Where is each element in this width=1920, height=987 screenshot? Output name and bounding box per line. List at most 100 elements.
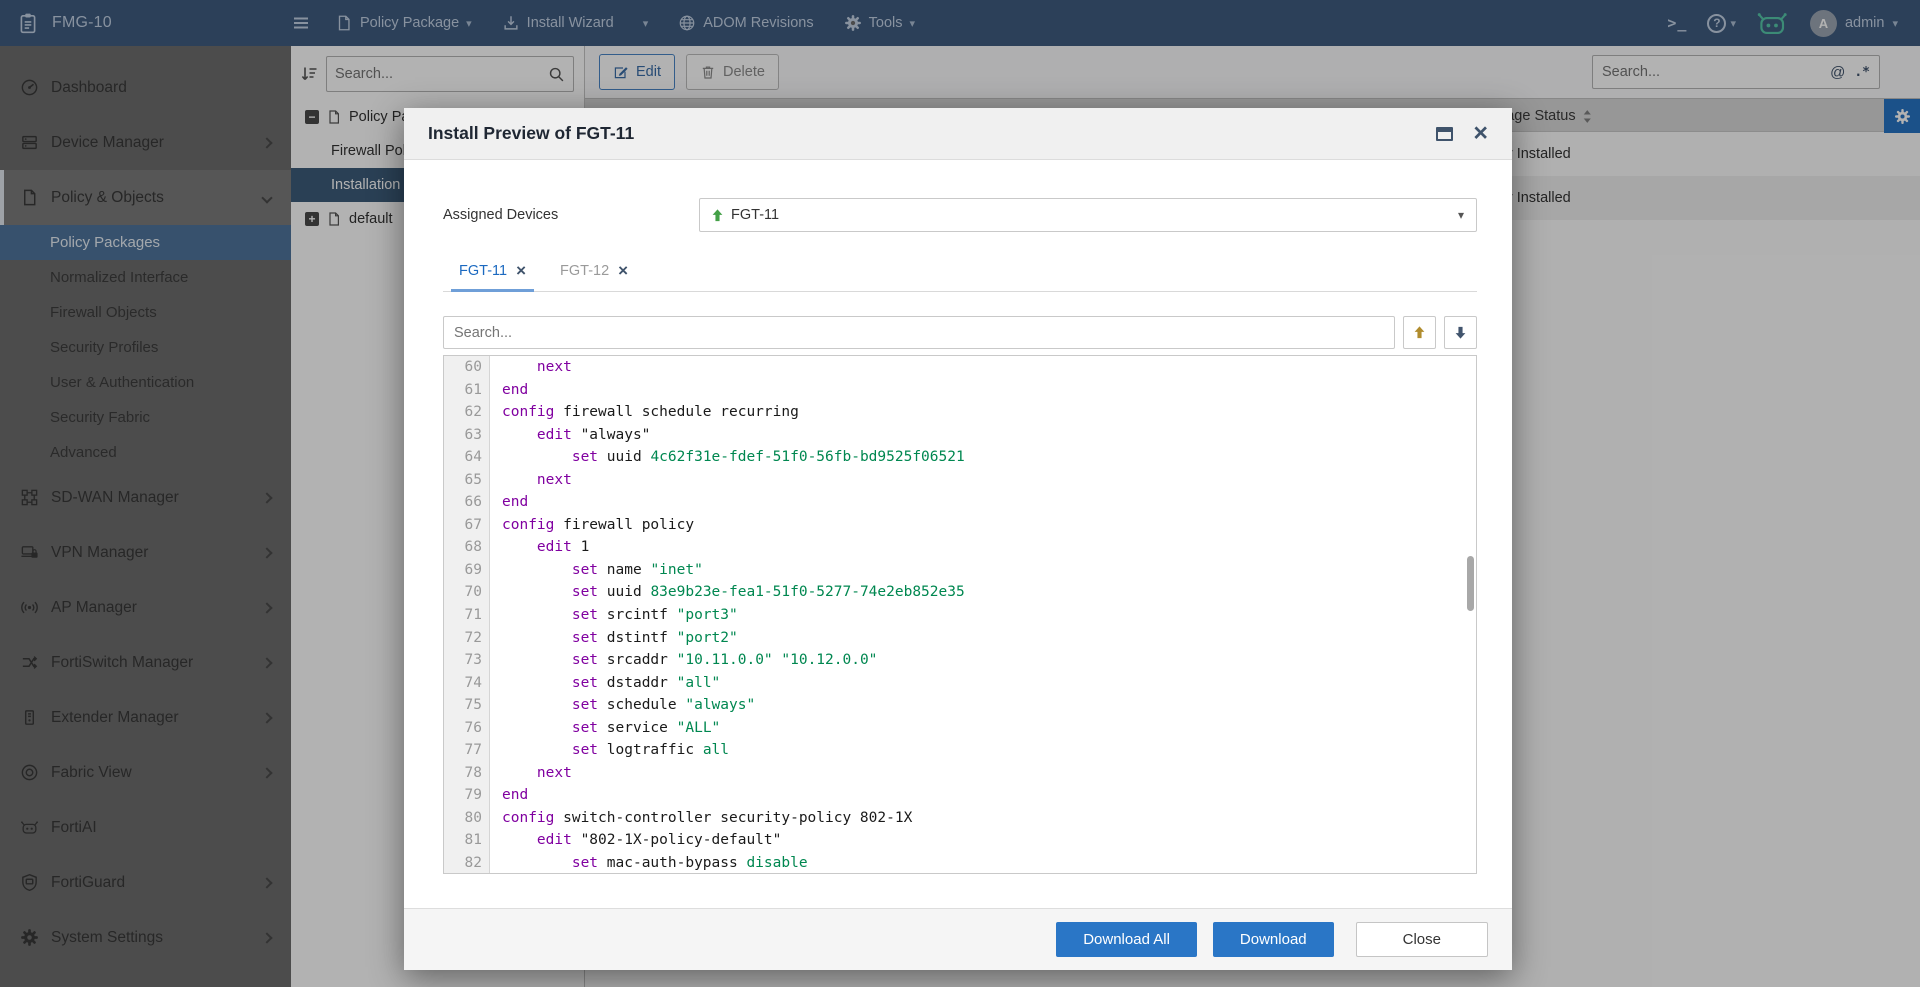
keyword-token: set [571, 607, 599, 624]
modal-title: Install Preview of FGT-11 [428, 123, 635, 143]
code-line: 77 set logtraffic all [444, 739, 1476, 762]
search-next-button[interactable] [1444, 316, 1477, 349]
keyword-token: edit [536, 832, 572, 849]
code-text: config switch-controller security-policy… [490, 807, 912, 830]
line-number: 62 [464, 404, 482, 421]
keyword-token: config [502, 516, 555, 533]
text-token: mac-auth-bypass [598, 855, 747, 872]
download-all-button[interactable]: Download All [1056, 922, 1197, 957]
keyword-token: set [571, 674, 599, 691]
line-number: 72 [464, 629, 482, 646]
keyword-token: set [571, 561, 599, 578]
text-token: name [598, 561, 651, 578]
text-token: firewall schedule recurring [554, 404, 799, 421]
code-text: set uuid 83e9b23e-fea1-51f0-5277-74e2eb8… [490, 581, 965, 604]
code-line: 78 next [444, 762, 1476, 785]
keyword-token: next [536, 471, 572, 488]
value-token: disable [746, 855, 808, 872]
line-number: 80 [464, 809, 482, 826]
line-number: 78 [464, 764, 482, 781]
code-search-input[interactable] [454, 324, 1384, 341]
value-token: "port3" [676, 607, 738, 624]
code-line: 74 set dstaddr "all" [444, 672, 1476, 695]
text-token: switch-controller security-policy 802-1X [554, 809, 913, 826]
code-text: next [490, 762, 572, 785]
download-button[interactable]: Download [1212, 922, 1334, 957]
keyword-token: config [502, 404, 555, 421]
code-text: edit "802-1X-policy-default" [490, 829, 781, 852]
text-token: firewall policy [554, 516, 695, 533]
assigned-devices-select[interactable]: FGT-11 ▾ [699, 198, 1477, 232]
code-line: 69 set name "inet" [444, 559, 1476, 582]
close-icon[interactable]: × [1473, 121, 1488, 146]
code-text: set dstintf "port2" [490, 627, 738, 650]
keyword-token: edit [536, 539, 572, 556]
code-text: end [490, 491, 528, 514]
code-text: config firewall policy [490, 514, 694, 537]
code-line: 68 edit 1 [444, 536, 1476, 559]
code-scrollbar-thumb[interactable] [1467, 556, 1474, 611]
code-text: next [490, 356, 572, 379]
line-number: 79 [464, 787, 482, 804]
chevron-down-icon: ▾ [1457, 208, 1464, 222]
value-token: "always" [685, 697, 756, 714]
keyword-token: edit [536, 426, 572, 443]
modal-body: Assigned Devices FGT-11 ▾ FGT-11 × FGT-12 × [404, 160, 1512, 908]
cli-preview-code-viewer: 60 next 61 end 62 config firewall schedule r… [443, 355, 1477, 874]
close-button[interactable]: Close [1355, 922, 1488, 957]
code-text: set srcaddr "10.11.0.0" "10.12.0.0" [490, 649, 878, 672]
value-token: "ALL" [676, 719, 721, 736]
code-lines: 60 next 61 end 62 config firewall schedule r… [444, 356, 1476, 873]
modal-window-controls: × [1436, 121, 1488, 146]
tab-close-icon[interactable]: × [516, 262, 526, 279]
line-number: 70 [464, 584, 482, 601]
line-number: 63 [464, 426, 482, 443]
keyword-token: next [536, 764, 572, 781]
code-line: 65 next [444, 469, 1476, 492]
line-number: 74 [464, 674, 482, 691]
text-token: uuid [598, 584, 651, 601]
text-token: logtraffic [598, 742, 703, 759]
tab-fgt-11[interactable]: FGT-11 × [450, 262, 535, 292]
keyword-token: set [571, 629, 599, 646]
code-text: config firewall schedule recurring [490, 401, 799, 424]
tab-label: FGT-11 [459, 262, 508, 279]
code-text: set uuid 4c62f31e-fdef-51f0-56fb-bd9525f… [490, 446, 965, 469]
text-token: "802-1X-policy-default" [571, 832, 782, 849]
code-line: 70 set uuid 83e9b23e-fea1-51f0-5277-74e2… [444, 581, 1476, 604]
app-root: FMG-10 Policy Package ▾ Install Wizard ▾ ADO… [0, 0, 1920, 987]
keyword-token: set [571, 584, 599, 601]
line-number: 69 [464, 561, 482, 578]
code-search-box [443, 316, 1395, 349]
code-text: edit 1 [490, 536, 589, 559]
tab-close-icon[interactable]: × [618, 262, 628, 279]
tab-fgt-12[interactable]: FGT-12 × [560, 262, 628, 291]
line-number: 66 [464, 494, 482, 511]
maximize-icon[interactable] [1436, 126, 1454, 141]
arrow-up-icon [1412, 325, 1427, 340]
value-token: all [702, 742, 730, 759]
code-line: 81 edit "802-1X-policy-default" [444, 829, 1476, 852]
text-token: schedule [598, 697, 686, 714]
code-line: 75 set schedule "always" [444, 694, 1476, 717]
value-token: 4c62f31e-fdef-51f0-56fb-bd9525f06521 [650, 449, 965, 466]
code-line: 60 next [444, 356, 1476, 379]
line-number: 68 [464, 539, 482, 556]
modal-title-bar: Install Preview of FGT-11 × [404, 108, 1512, 160]
code-text: set dstaddr "all" [490, 672, 720, 695]
search-previous-button[interactable] [1403, 316, 1436, 349]
code-line: 61 end [444, 379, 1476, 402]
modal-footer: Download All Download Close [404, 908, 1512, 970]
